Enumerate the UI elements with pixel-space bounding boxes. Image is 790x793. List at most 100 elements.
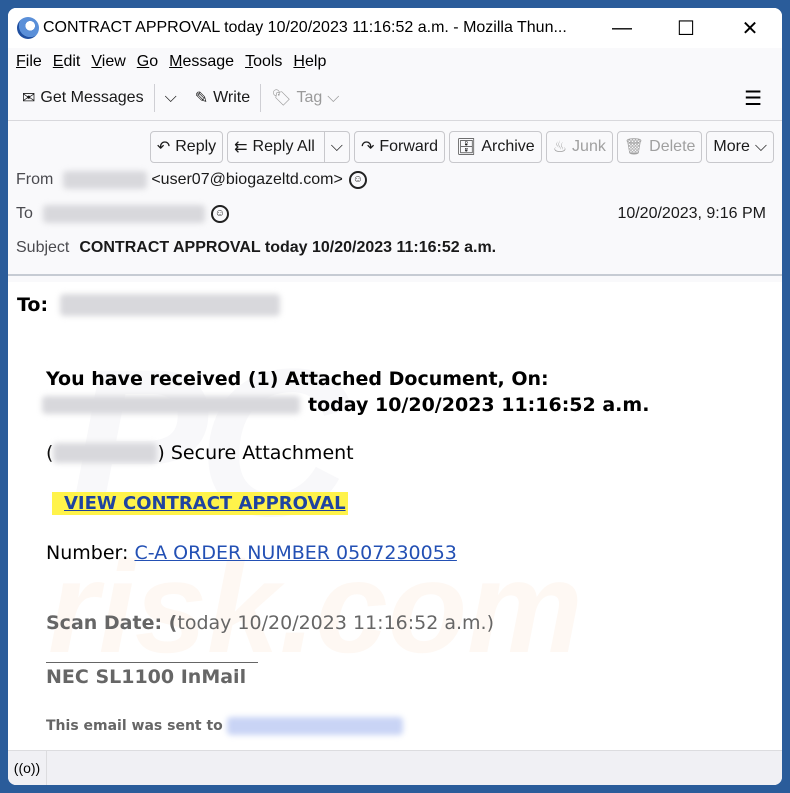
secure-open-paren: ( [46,442,54,464]
flame-icon: ♨ [552,139,568,156]
headline-redacted [42,396,300,414]
junk-button[interactable]: ♨ Junk [545,131,613,163]
menu-go-rest: o [149,53,159,70]
view-contract-link[interactable]: VIEW CONTRACT APPROVAL [64,493,346,514]
reply-all-label: Reply All [252,138,315,155]
forward-icon: ↷ [360,139,375,156]
reply-all-icon: ⇇ [234,139,248,156]
archive-button[interactable]: 🗄 Archive [449,131,542,163]
menu-tools[interactable]: Tools [245,53,282,71]
secure-text: ) Secure Attachment [157,442,354,464]
subject-row: Subject CONTRACT APPROVAL today 10/20/20… [16,239,496,257]
main-toolbar: ✉ Get Messages ⌵ ✎ Write 🏷 Tag ⌵ ☰ [8,76,782,121]
menu-help[interactable]: Help [293,53,326,71]
menu-edit-rest: dit [63,53,81,70]
secure-redacted [53,443,158,463]
reply-all-dropdown[interactable]: ⌵ [323,132,343,162]
headline-line2: today 10/20/2023 11:16:52 a.m. [308,394,650,416]
body-to-line: To: [17,294,281,316]
to-label: To [16,205,33,222]
write-button[interactable]: ✎ Write [191,88,254,108]
chevron-down-icon: ⌵ [754,138,767,155]
close-button[interactable]: ✕ [718,8,782,48]
get-messages-label: Get Messages [40,89,144,106]
write-label: Write [213,89,251,106]
menu-message-rest: essage [182,53,235,70]
sent-to-redacted-link[interactable] [226,717,403,735]
contact-icon[interactable]: ☺ [348,171,367,189]
minimize-button[interactable]: — [590,8,654,48]
message-actions: ↶ Reply ⇇ Reply All ⌵ ↷ Forward 🗄 Archive ♨ Ju… [149,131,774,163]
menu-tools-key: T [245,53,254,70]
message-body: PC risk.com To: You have received (1) At… [8,282,782,750]
app-menu-icon[interactable]: ☰ [744,86,762,111]
menu-message[interactable]: Message [169,53,234,71]
forward-button[interactable]: ↷ Forward [353,131,446,163]
toolbar-separator [260,84,262,112]
headline: You have received (1) Attached Document,… [42,366,650,418]
delete-button[interactable]: 🗑 Delete [616,131,703,163]
headline-line1: You have received (1) Attached Document,… [46,368,549,390]
menu-view-key: V [91,53,102,70]
menu-view[interactable]: View [91,53,125,71]
sent-to-line: This email was sent to [46,717,403,735]
envelope-download-icon: ✉ [22,90,36,107]
reply-all-button[interactable]: ⇇ Reply All ⌵ [227,131,350,163]
get-messages-dropdown[interactable]: ⌵ [161,89,181,107]
menu-bar: File Edit View Go Message Tools Help [8,48,782,76]
scan-date-label: Scan Date: ( [46,612,178,634]
maximize-button[interactable]: ☐ [654,8,718,48]
from-name-redacted [63,171,148,189]
reply-button[interactable]: ↶ Reply [149,131,224,163]
menu-go[interactable]: Go [137,53,158,71]
forward-label: Forward [379,138,439,155]
online-status-icon[interactable]: ((o)) [8,751,47,785]
sent-to-label: This email was sent to [46,718,223,734]
archive-icon: 🗄 [456,139,477,156]
toolbar-separator [153,84,155,112]
tag-icon: 🏷 [271,90,292,107]
to-address-redacted [42,205,205,223]
menu-file-key: F [16,53,26,70]
menu-tools-rest: ools [253,53,283,70]
more-button[interactable]: More ⌵ [706,131,774,163]
menu-file-rest: ile [25,53,42,70]
status-bar: ((o)) [8,750,782,785]
order-number-link[interactable]: C-A ORDER NUMBER 0507230053 [134,542,456,564]
number-label: Number: [46,542,135,564]
from-email[interactable]: <user07@biogazeltd.com> [151,171,342,189]
scan-date-value: today 10/20/2023 11:16:52 a.m.) [177,612,495,634]
body-to-redacted [60,294,281,316]
body-to-label: To: [17,294,49,316]
pencil-icon: ✎ [194,90,209,107]
secure-attachment-line: ( ) Secure Attachment [46,442,354,464]
message-date: 10/20/2023, 9:16 PM [617,205,766,222]
menu-edit-key: E [52,53,64,70]
menu-go-key: G [136,53,150,70]
menu-message-key: M [169,53,183,70]
menu-edit[interactable]: Edit [53,53,81,71]
menu-file[interactable]: File [16,53,42,71]
chevron-down-icon: ⌵ [164,89,177,106]
junk-label: Junk [572,138,606,155]
get-messages-button[interactable]: ✉ Get Messages [18,88,148,108]
archive-label: Archive [481,138,535,155]
trash-icon: 🗑 [623,139,645,156]
tag-label: Tag [296,89,323,106]
window-title: CONTRACT APPROVAL today 10/20/2023 11:16… [43,19,567,36]
scan-date-line: Scan Date: (today 10/20/2023 11:16:52 a.… [46,612,494,634]
from-row: From <user07@biogazeltd.com> ☺ [16,171,367,189]
thunderbird-window: CONTRACT APPROVAL today 10/20/2023 11:16… [8,8,782,785]
tag-button[interactable]: 🏷 Tag ⌵ [267,88,343,108]
menu-view-rest: iew [101,53,126,70]
message-header: ↶ Reply ⇇ Reply All ⌵ ↷ Forward 🗄 Archive ♨ Ju… [8,121,782,276]
contact-icon[interactable]: ☺ [210,205,229,223]
subject-text: CONTRACT APPROVAL today 10/20/2023 11:16… [79,239,497,256]
thunderbird-logo-icon [17,17,39,39]
signature-divider [46,662,258,663]
chevron-down-icon: ⌵ [327,89,340,106]
reply-icon: ↶ [156,139,171,156]
subject-label: Subject [16,239,70,256]
date-row: 10/20/2023, 9:16 PM [617,205,766,223]
to-row: To ☺ [16,205,229,223]
